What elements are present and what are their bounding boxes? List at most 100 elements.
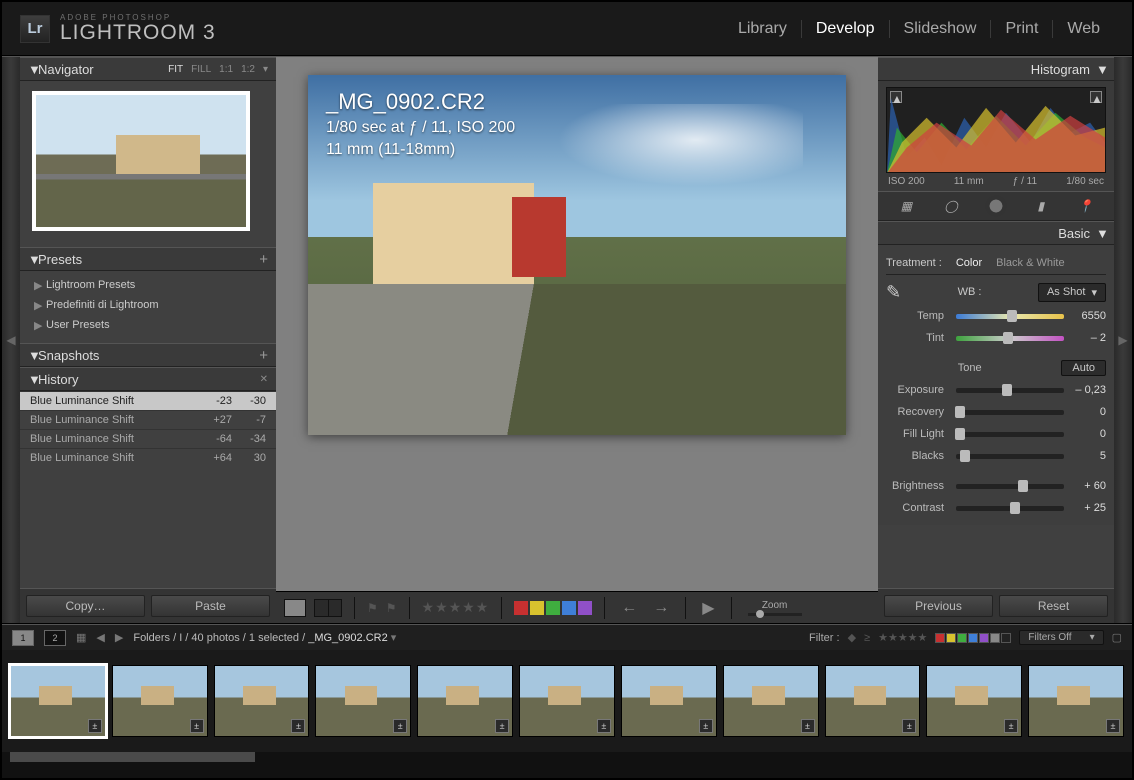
filter-color-swatch[interactable]: [935, 633, 945, 643]
filmstrip[interactable]: ±±±±±±±±±±±: [2, 650, 1132, 752]
basic-header[interactable]: Basic ▼: [878, 221, 1114, 245]
filmstrip-scrollbar[interactable]: [10, 752, 1124, 762]
brightness-slider[interactable]: [956, 484, 1064, 489]
filmstrip-thumb[interactable]: ±: [519, 665, 615, 737]
right-edge-expand[interactable]: ▶: [1114, 57, 1132, 623]
recovery-slider[interactable]: [956, 410, 1064, 415]
monitor-2-button[interactable]: 2: [44, 630, 66, 646]
left-edge-expand[interactable]: ◀: [2, 57, 20, 623]
filter-flag-icon[interactable]: ◆: [848, 631, 856, 644]
histogram[interactable]: ▲ ▲: [886, 87, 1106, 173]
wb-eyedropper-icon[interactable]: ✎: [886, 282, 901, 303]
color-label-swatch[interactable]: [546, 601, 560, 615]
next-photo-button[interactable]: →: [649, 599, 673, 617]
preset-folder[interactable]: ▶User Presets: [20, 315, 276, 335]
filter-color-swatch[interactable]: [990, 633, 1000, 643]
add-snapshot-button[interactable]: +: [259, 347, 268, 364]
canvas[interactable]: _MG_0902.CR2 1/80 sec at ƒ / 11, ISO 200…: [276, 57, 878, 591]
color-label-swatch[interactable]: [562, 601, 576, 615]
histogram-header[interactable]: Histogram ▼: [878, 57, 1114, 81]
history-header[interactable]: ▼ History ✕: [20, 367, 276, 391]
reset-button[interactable]: Reset: [999, 595, 1108, 617]
filmstrip-thumb[interactable]: ±: [10, 665, 106, 737]
grid-view-icon[interactable]: ▦: [76, 631, 86, 644]
zoom-1-2[interactable]: 1:2: [241, 64, 255, 75]
graduated-filter-icon[interactable]: ▮: [1030, 195, 1052, 217]
filter-color-labels[interactable]: [935, 633, 1011, 643]
paste-button[interactable]: Paste: [151, 595, 270, 617]
filllight-slider[interactable]: [956, 432, 1064, 437]
filmstrip-thumb[interactable]: ±: [214, 665, 310, 737]
filter-color-swatch[interactable]: [968, 633, 978, 643]
rating-stars[interactable]: ★★★★★: [422, 599, 490, 616]
zoom-1-1[interactable]: 1:1: [219, 64, 233, 75]
module-print[interactable]: Print: [991, 20, 1053, 38]
filmstrip-thumb[interactable]: ±: [1028, 665, 1124, 737]
history-row[interactable]: Blue Luminance Shift-64-34: [20, 429, 276, 448]
zoom-slider[interactable]: [748, 613, 802, 616]
color-label-swatch[interactable]: [514, 601, 528, 615]
temp-slider[interactable]: [956, 314, 1064, 319]
filter-color-swatch[interactable]: [1001, 633, 1011, 643]
blacks-slider[interactable]: [956, 454, 1064, 459]
preset-folder[interactable]: ▶Predefiniti di Lightroom: [20, 295, 276, 315]
fs-next-button[interactable]: ▶: [115, 631, 123, 644]
filmstrip-thumb[interactable]: ±: [315, 665, 411, 737]
tone-auto-button[interactable]: Auto: [1061, 360, 1106, 376]
breadcrumb[interactable]: Folders / I / 40 photos / 1 selected / _…: [133, 631, 396, 644]
color-label-swatch[interactable]: [578, 601, 592, 615]
filmstrip-thumb[interactable]: ±: [417, 665, 513, 737]
zoom-more-icon[interactable]: ▾: [263, 64, 268, 75]
photo[interactable]: _MG_0902.CR2 1/80 sec at ƒ / 11, ISO 200…: [308, 75, 846, 435]
adjustment-brush-icon[interactable]: 📍: [1075, 195, 1097, 217]
filters-off-select[interactable]: Filters Off▾: [1019, 630, 1103, 645]
filmstrip-thumb[interactable]: ±: [112, 665, 208, 737]
navigator-thumbnail[interactable]: [32, 91, 250, 231]
module-library[interactable]: Library: [724, 20, 802, 38]
history-row[interactable]: Blue Luminance Shift+27-7: [20, 410, 276, 429]
zoom-fill[interactable]: FILL: [191, 64, 211, 75]
exposure-slider[interactable]: [956, 388, 1064, 393]
treatment-color[interactable]: Color: [956, 257, 982, 269]
preset-folder[interactable]: ▶Lightroom Presets: [20, 275, 276, 295]
clear-history-button[interactable]: ✕: [260, 374, 268, 385]
crop-tool-icon[interactable]: ▦: [895, 195, 917, 217]
monitor-1-button[interactable]: 1: [12, 630, 34, 646]
fs-prev-button[interactable]: ◀: [96, 631, 104, 644]
flag-pick-icon[interactable]: ⚑: [367, 601, 378, 615]
snapshots-header[interactable]: ▼ Snapshots +: [20, 343, 276, 367]
flag-reject-icon[interactable]: ⚑: [386, 601, 397, 615]
prev-photo-button[interactable]: ←: [617, 599, 641, 617]
filter-rating[interactable]: ★★★★★: [878, 631, 927, 644]
filmstrip-thumb[interactable]: ±: [723, 665, 819, 737]
previous-button[interactable]: Previous: [884, 595, 993, 617]
presets-header[interactable]: ▼ Presets +: [20, 247, 276, 271]
play-slideshow-button[interactable]: ▶: [698, 598, 718, 618]
filmstrip-thumb[interactable]: ±: [621, 665, 717, 737]
module-web[interactable]: Web: [1053, 20, 1114, 38]
zoom-fit[interactable]: FIT: [168, 64, 183, 75]
filter-color-swatch[interactable]: [979, 633, 989, 643]
filter-lock-icon[interactable]: ▢: [1112, 631, 1122, 644]
filmstrip-thumb[interactable]: ±: [926, 665, 1022, 737]
treatment-bw[interactable]: Black & White: [996, 257, 1064, 269]
filter-color-swatch[interactable]: [957, 633, 967, 643]
compare-view-button[interactable]: [314, 599, 342, 617]
wb-select[interactable]: As Shot▾: [1038, 283, 1106, 302]
add-preset-button[interactable]: +: [259, 251, 268, 268]
loupe-view-button[interactable]: [284, 599, 306, 617]
filter-color-swatch[interactable]: [946, 633, 956, 643]
module-develop[interactable]: Develop: [802, 20, 890, 38]
color-label-swatch[interactable]: [530, 601, 544, 615]
history-row[interactable]: Blue Luminance Shift+6430: [20, 448, 276, 467]
copy-button[interactable]: Copy…: [26, 595, 145, 617]
zoom-control[interactable]: Zoom: [748, 600, 802, 616]
contrast-slider[interactable]: [956, 506, 1064, 511]
module-slideshow[interactable]: Slideshow: [890, 20, 992, 38]
navigator-header[interactable]: ▼ Navigator FIT FILL 1:1 1:2 ▾: [20, 57, 276, 81]
tint-slider[interactable]: [956, 336, 1064, 341]
history-row[interactable]: Blue Luminance Shift-23-30: [20, 391, 276, 410]
filmstrip-thumb[interactable]: ±: [825, 665, 921, 737]
redeye-tool-icon[interactable]: [985, 195, 1007, 217]
spot-removal-icon[interactable]: ◯: [940, 195, 962, 217]
